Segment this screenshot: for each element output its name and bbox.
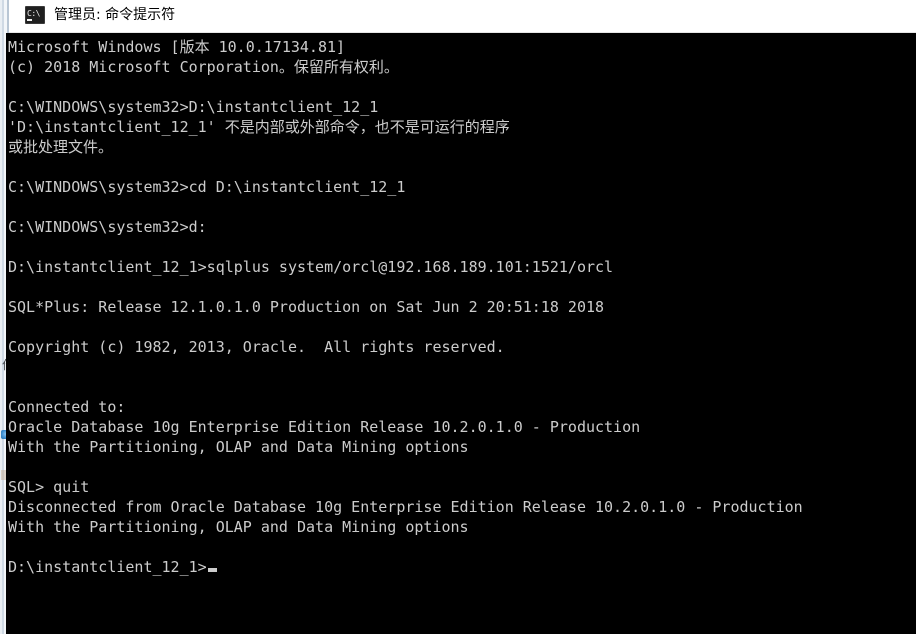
console-line: SQL*Plus: Release 12.1.0.1.0 Production …	[8, 298, 605, 316]
console-line: Microsoft Windows [版本 10.0.17134.81]	[8, 38, 346, 56]
console-line: Disconnected from Oracle Database 10g En…	[8, 498, 803, 516]
console-line: 'D:\instantclient_12_1' 不是内部或外部命令，也不是可运行…	[8, 118, 510, 136]
titlebar[interactable]: 管理员: 命令提示符	[9, 0, 916, 30]
console-line: Oracle Database 10g Enterprise Edition R…	[8, 418, 641, 436]
console-line: With the Partitioning, OLAP and Data Min…	[8, 518, 469, 536]
console-output-area[interactable]: Microsoft Windows [版本 10.0.17134.81] (c) …	[6, 33, 916, 634]
window-title: 管理员: 命令提示符	[54, 7, 176, 23]
console-line: With the Partitioning, OLAP and Data Min…	[8, 438, 469, 456]
console-line: (c) 2018 Microsoft Corporation。保留所有权利。	[8, 58, 399, 76]
console-line: D:\instantclient_12_1>sqlplus system/orc…	[8, 258, 614, 276]
console-line: C:\WINDOWS\system32>cd D:\instantclient_…	[8, 178, 406, 196]
command-prompt-window: 作 管理员: 命令提示符 Microsoft Windows [版本 10.0.…	[0, 0, 916, 634]
console-line: Copyright (c) 1982, 2013, Oracle. All ri…	[8, 338, 505, 356]
titlebar-separator	[9, 30, 916, 33]
console-line: SQL> quit	[8, 478, 90, 496]
text-cursor	[207, 568, 217, 572]
console-line: 或批处理文件。	[8, 138, 114, 156]
console-line-list: Microsoft Windows [版本 10.0.17134.81] (c) …	[6, 33, 803, 577]
console-line: C:\WINDOWS\system32>D:\instantclient_12_…	[8, 98, 379, 116]
console-line: D:\instantclient_12_1>	[6, 557, 803, 577]
console-line: C:\WINDOWS\system32>d:	[8, 218, 207, 236]
cmd-console-icon	[25, 6, 45, 24]
console-line: Connected to:	[8, 398, 126, 416]
